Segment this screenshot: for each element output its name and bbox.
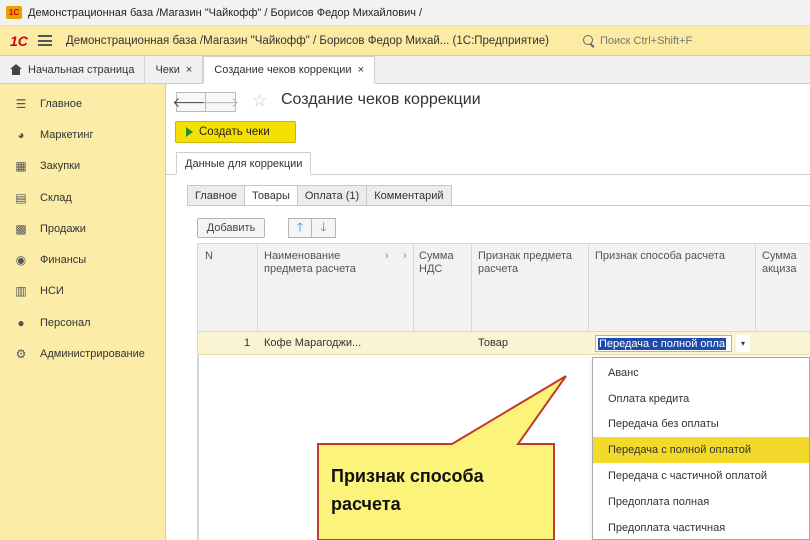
sidebar-item-staff[interactable]: ● Персонал [0, 307, 165, 338]
open-tabs-bar: Начальная страница Чеки × Создание чеков… [0, 56, 810, 84]
move-down-button[interactable]: 🡓 [312, 218, 336, 238]
subtab-main[interactable]: Главное [187, 185, 246, 206]
dropdown-option-partial-payment[interactable]: Передача с частичной оплатой [593, 463, 809, 489]
sidebar-item-label: Закупки [40, 160, 81, 173]
favorite-star-icon[interactable]: ☆ [252, 91, 267, 111]
sidebar-item-marketing[interactable]: ◕ Маркетинг [0, 119, 165, 150]
callout-line: расчета [331, 494, 401, 514]
app-logo-icon: 1С [6, 6, 22, 19]
sales-icon: ▩ [15, 221, 27, 236]
hamburger-menu-icon[interactable] [37, 35, 52, 46]
table-header: N Наименование предмета расчета › › Сумм… [198, 244, 810, 332]
warehouse-icon: ▤ [15, 190, 27, 205]
dropdown-option-no-payment[interactable]: Передача без оплаты [593, 412, 809, 438]
cell-name[interactable]: Кофе Марагоджи... [264, 337, 361, 349]
sidebar-item-main[interactable]: ☰ Главное [0, 88, 165, 119]
cell-subject-sign[interactable]: Товар [478, 337, 508, 349]
home-icon [10, 64, 22, 75]
sidebar-item-sales[interactable]: ▩ Продажи [0, 213, 165, 244]
column-header-subject-sign[interactable]: Признак предмета расчета [478, 250, 583, 276]
callout-line: Признак способа [331, 466, 484, 486]
callout-text: Признак способа расчета [331, 462, 541, 518]
dropdown-option-full-payment[interactable]: Передача с полной оплатой [593, 437, 809, 464]
add-button[interactable]: Добавить [197, 218, 265, 238]
app-header: 1С Демонстрационная база /Магазин "Чайко… [0, 26, 810, 56]
window-titlebar: 1С Демонстрационная база /Магазин "Чайко… [0, 0, 810, 26]
sidebar-item-purchases[interactable]: ▦ Закупки [0, 151, 165, 182]
payment-method-dropdown: Аванс Оплата кредита Передача без оплаты… [592, 357, 810, 540]
subtab-payment[interactable]: Оплата (1) [296, 185, 368, 206]
reference-icon: ▥ [15, 284, 27, 299]
payment-method-field[interactable]: Передача с полной опла [595, 335, 732, 352]
sidebar-item-label: Персонал [40, 316, 91, 329]
finance-icon: ◉ [15, 253, 27, 268]
payment-method-value: Передача с полной опла [598, 338, 727, 350]
forward-button[interactable]: 🡒 [202, 92, 239, 112]
tab-home[interactable]: Начальная страница [0, 56, 146, 83]
move-up-button[interactable]: 🡑 [288, 218, 312, 238]
sidebar-item-label: Главное [40, 97, 83, 110]
close-icon[interactable]: × [358, 64, 364, 76]
dropdown-option-credit-payment[interactable]: Оплата кредита [593, 386, 809, 412]
window-title: Демонстрационная база /Магазин "Чайкофф"… [28, 6, 423, 19]
move-buttons: 🡑 🡓 [288, 218, 336, 238]
create-checks-label: Создать чеки [199, 126, 270, 138]
sidebar-item-label: Финансы [40, 254, 87, 267]
page-title: Создание чеков коррекции [281, 91, 481, 108]
purchases-icon: ▦ [15, 159, 27, 174]
column-header-vat[interactable]: Сумма НДС [419, 250, 459, 276]
cell-n: 1 [244, 337, 251, 349]
search-icon[interactable] [582, 34, 596, 48]
column-header-payment-method[interactable]: Признак способа расчета [595, 250, 745, 263]
table-row[interactable]: 1 Кофе Марагоджи... Товар Передача с пол… [198, 332, 810, 355]
sidebar-item-admin[interactable]: ⚙ Администрирование [0, 338, 165, 369]
menu-icon: ☰ [15, 96, 27, 111]
dropdown-option-partial-prepayment[interactable]: Предоплата частичная [593, 515, 809, 540]
sidebar-item-label: Продажи [40, 222, 86, 235]
sidebar-item-label: НСИ [40, 285, 64, 298]
marketing-icon: ◕ [17, 127, 25, 142]
sidebar: ☰ Главное ◕ Маркетинг ▦ Закупки ▤ Склад … [0, 84, 166, 540]
create-checks-button[interactable]: Создать чеки [175, 121, 296, 143]
column-header-excise[interactable]: Сумма акциза [762, 250, 807, 276]
column-header-name[interactable]: Наименование предмета расчета [264, 250, 379, 276]
divider [187, 205, 810, 206]
person-icon: ● [17, 315, 25, 330]
subtab-comment[interactable]: Комментарий [366, 185, 452, 206]
sidebar-item-warehouse[interactable]: ▤ Склад [0, 182, 165, 213]
subtabs: Главное Товары Оплата (1) Комментарий [187, 185, 452, 206]
play-icon [186, 127, 193, 137]
sidebar-item-finance[interactable]: ◉ Финансы [0, 244, 165, 275]
sidebar-item-label: Маркетинг [40, 128, 94, 141]
tab-label: Чеки [155, 63, 180, 76]
tab-label: Начальная страница [28, 63, 135, 76]
dropdown-option-full-prepayment[interactable]: Предоплата полная [593, 489, 809, 515]
tab-checks[interactable]: Чеки × [145, 56, 204, 83]
search-input[interactable] [600, 35, 800, 47]
logo-1c: 1С [10, 32, 28, 49]
tab-correction-data[interactable]: Данные для коррекции [176, 152, 312, 175]
nav-buttons: 🡐 🡒 [172, 92, 239, 112]
tab-label: Создание чеков коррекции [214, 64, 352, 76]
gear-icon: ⚙ [15, 347, 27, 362]
subtab-goods[interactable]: Товары [244, 185, 298, 206]
sidebar-item-label: Склад [40, 191, 72, 204]
dropdown-option-advance[interactable]: Аванс [593, 360, 809, 386]
column-header-n[interactable]: N [205, 250, 213, 263]
close-icon[interactable]: × [186, 64, 192, 76]
chevron-right-icon: › [385, 250, 389, 262]
chevron-right-icon: › [403, 250, 407, 262]
search-box[interactable] [582, 31, 810, 51]
app-title: Демонстрационная база /Магазин "Чайкофф"… [65, 34, 549, 47]
dropdown-arrow-icon[interactable]: ▾ [736, 335, 750, 352]
sidebar-item-label: Администрирование [40, 348, 145, 361]
sidebar-item-reference[interactable]: ▥ НСИ [0, 276, 165, 307]
tab-correction-checks[interactable]: Создание чеков коррекции × [203, 56, 375, 84]
